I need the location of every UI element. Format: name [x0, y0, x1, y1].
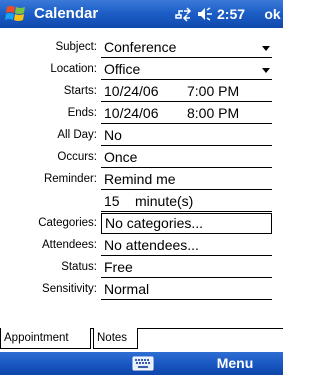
reminder-amount-field[interactable]: 15 minute(s) [101, 192, 272, 212]
occurs-field[interactable]: Once [101, 148, 272, 168]
attendees-value: No attendees... [104, 237, 199, 253]
status-label: Status: [61, 261, 97, 273]
starts-time[interactable]: 7:00 PM [187, 82, 239, 101]
menu-bar: Menu [0, 352, 283, 375]
windows-start-icon[interactable] [5, 4, 27, 24]
reminder-row: Reminder: Remind me [0, 169, 283, 190]
status-row: Status: Free [0, 257, 283, 278]
occurs-row: Occurs: Once [0, 147, 283, 168]
volume-icon[interactable] [196, 6, 214, 22]
starts-date[interactable]: 10/24/06 [104, 83, 159, 99]
reminder-amount-row: 15 minute(s) [0, 191, 283, 212]
all-day-value: No [104, 127, 122, 143]
menu-button[interactable]: Menu [200, 352, 270, 375]
categories-label: Categories: [38, 217, 97, 229]
ends-label: Ends: [67, 107, 97, 119]
categories-row: Categories: No categories... [0, 213, 283, 234]
reminder-value: Remind me [104, 171, 176, 187]
reminder-unit[interactable]: minute(s) [135, 192, 193, 211]
subject-label: Subject: [55, 41, 97, 53]
dropdown-arrow-icon[interactable] [262, 68, 270, 73]
subject-field[interactable]: Conference [101, 38, 272, 58]
connectivity-icon[interactable] [174, 7, 192, 22]
categories-field[interactable]: No categories... [101, 213, 272, 234]
tab-appointment[interactable]: Appointment [0, 328, 91, 349]
sensitivity-label: Sensitivity: [42, 283, 97, 295]
status-value: Free [104, 259, 133, 275]
ends-time[interactable]: 8:00 PM [187, 104, 239, 123]
keyboard-icon[interactable] [132, 356, 154, 371]
tab-notes[interactable]: Notes [93, 328, 138, 349]
sensitivity-field[interactable]: Normal [101, 280, 272, 300]
reminder-label: Reminder: [43, 173, 97, 185]
clock[interactable]: 2:57 [217, 6, 245, 22]
occurs-label: Occurs: [57, 151, 97, 163]
sensitivity-value: Normal [104, 281, 150, 297]
location-row: Location: Office [0, 59, 283, 80]
location-label: Location: [50, 63, 97, 75]
reminder-field[interactable]: Remind me [101, 170, 272, 190]
all-day-label: All Day: [57, 129, 97, 141]
ends-row: Ends: 10/24/06 8:00 PM [0, 103, 283, 124]
reminder-amount[interactable]: 15 [104, 193, 120, 209]
all-day-field[interactable]: No [101, 126, 272, 146]
location-field[interactable]: Office [101, 60, 272, 80]
attendees-label: Attendees: [42, 239, 97, 251]
sensitivity-row: Sensitivity: Normal [0, 279, 283, 300]
status-field[interactable]: Free [101, 258, 272, 278]
attendees-field[interactable]: No attendees... [101, 236, 272, 256]
ends-field[interactable]: 10/24/06 8:00 PM [101, 104, 272, 124]
title-bar: Calendar 2:57 ok [0, 0, 283, 28]
ends-date[interactable]: 10/24/06 [104, 105, 159, 121]
subject-value: Conference [104, 39, 177, 55]
starts-field[interactable]: 10/24/06 7:00 PM [101, 82, 272, 102]
attendees-row: Attendees: No attendees... [0, 235, 283, 256]
ok-button[interactable]: ok [262, 3, 283, 25]
all-day-row: All Day: No [0, 125, 283, 146]
location-value: Office [104, 61, 141, 77]
starts-row: Starts: 10/24/06 7:00 PM [0, 81, 283, 102]
subject-row: Subject: Conference [0, 37, 283, 58]
starts-label: Starts: [63, 85, 97, 97]
categories-value: No categories... [105, 215, 204, 231]
dropdown-arrow-icon[interactable] [262, 46, 270, 51]
occurs-value: Once [104, 149, 138, 165]
app-title: Calendar [34, 5, 99, 22]
